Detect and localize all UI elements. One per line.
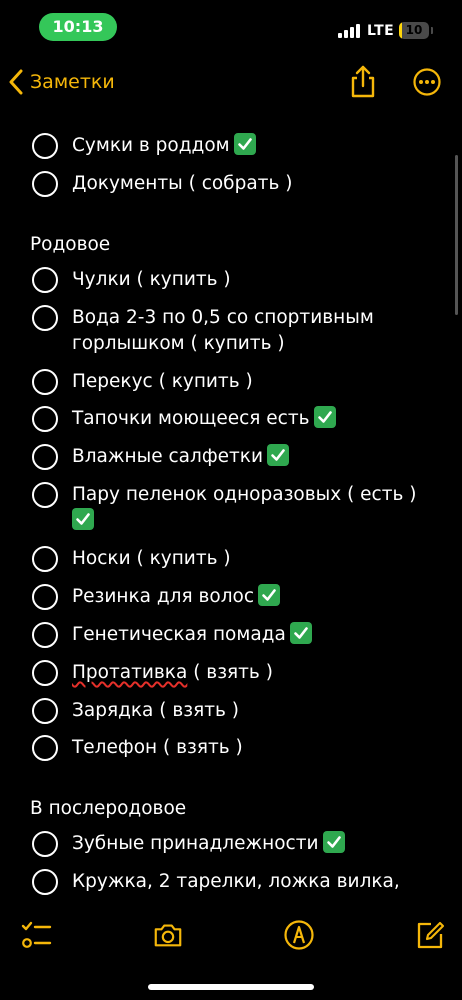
- checklist-item-text[interactable]: Вода 2-3 по 0,5 со спортивным горлышком …: [72, 305, 412, 357]
- checklist-item-text[interactable]: Чулки ( купить ): [72, 267, 422, 293]
- checklist-icon[interactable]: [20, 919, 52, 951]
- camera-icon[interactable]: [152, 919, 184, 951]
- checklist-item-text[interactable]: Перекус ( купить ): [72, 369, 422, 395]
- scroll-indicator[interactable]: [455, 155, 458, 315]
- checklist-item-text[interactable]: Влажные салфетки: [72, 444, 422, 470]
- checkbox[interactable]: [32, 305, 58, 331]
- checkbox[interactable]: [32, 133, 58, 159]
- note-content[interactable]: Сумки в роддом Документы ( собрать ) Род…: [0, 0, 462, 1000]
- section-title[interactable]: Родовое: [30, 232, 110, 258]
- check-mark-emoji: [313, 406, 336, 428]
- checklist-item-text[interactable]: Носки ( купить ): [72, 546, 422, 572]
- checkbox[interactable]: [32, 869, 58, 895]
- misspelled-word[interactable]: Протативка: [72, 662, 187, 683]
- checklist-item-text[interactable]: Документы ( собрать ): [72, 171, 422, 197]
- checklist-item-text[interactable]: Телефон ( взять ): [72, 735, 422, 761]
- check-mark-emoji: [322, 831, 345, 853]
- check-mark-emoji: [267, 444, 289, 466]
- checkbox[interactable]: [32, 584, 58, 610]
- checkbox[interactable]: [32, 444, 58, 470]
- checkbox[interactable]: [32, 622, 58, 648]
- checklist-item-text[interactable]: Генетическая помада: [72, 622, 422, 648]
- check-mark-emoji: [72, 508, 94, 530]
- checkbox[interactable]: [32, 831, 58, 857]
- checkbox[interactable]: [32, 482, 58, 508]
- checklist-item-text[interactable]: Сумки в роддом: [72, 133, 422, 159]
- compose-icon[interactable]: [414, 919, 446, 951]
- checklist-item-text[interactable]: Протативка ( взять ): [72, 660, 422, 686]
- check-mark-emoji: [233, 133, 256, 155]
- checklist-item-text[interactable]: Резинка для волос: [72, 584, 422, 610]
- check-mark-emoji: [258, 584, 281, 606]
- checklist-item-text[interactable]: Пару пеленок одноразовых ( есть ): [72, 482, 417, 534]
- checkbox[interactable]: [32, 735, 58, 761]
- checkbox[interactable]: [32, 406, 58, 432]
- checklist-item-text[interactable]: Зарядка ( взять ): [72, 698, 422, 724]
- checkbox[interactable]: [32, 369, 58, 395]
- checklist-item-text[interactable]: Кружка, 2 тарелки, ложка вилка,: [72, 869, 422, 895]
- check-mark-emoji: [289, 622, 312, 644]
- checkbox[interactable]: [32, 267, 58, 293]
- checkbox[interactable]: [32, 660, 58, 686]
- checkbox[interactable]: [32, 171, 58, 197]
- home-indicator[interactable]: [148, 984, 314, 990]
- markup-pen-icon[interactable]: [283, 919, 315, 951]
- checkbox[interactable]: [32, 698, 58, 724]
- checklist-item-text[interactable]: Зубные принадлежности: [72, 831, 422, 857]
- checkbox[interactable]: [32, 546, 58, 572]
- section-title[interactable]: В послеродовое: [30, 796, 186, 822]
- checklist-item-text[interactable]: Тапочки моющееся есть: [72, 406, 422, 432]
